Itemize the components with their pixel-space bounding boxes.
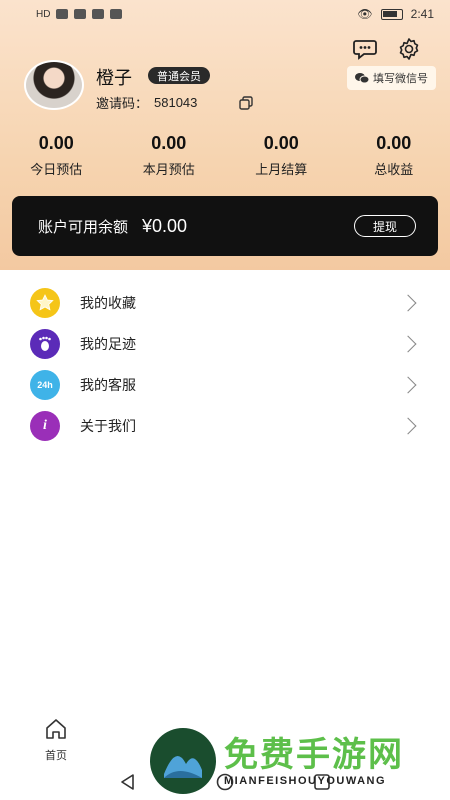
menu-item-footprints[interactable]: 我的足迹 bbox=[0, 323, 450, 364]
status-time: 2:41 bbox=[410, 7, 434, 21]
stat-value: 0.00 bbox=[38, 133, 74, 153]
nav-label: 首页 bbox=[45, 750, 67, 762]
stat-total-earnings[interactable]: 0.00 总收益 bbox=[338, 133, 450, 178]
watermark-text: 免费手游网 MIANFEISHOUYOUWANG bbox=[224, 735, 404, 787]
customer-service-icon: 24h bbox=[30, 369, 60, 400]
stat-value: 0.00 bbox=[151, 133, 187, 153]
invite-label: 邀请码： bbox=[96, 96, 149, 111]
status-icons-left: HD bbox=[36, 8, 123, 20]
avatar[interactable] bbox=[24, 60, 84, 110]
copy-icon[interactable] bbox=[239, 95, 254, 110]
back-icon[interactable] bbox=[119, 773, 137, 791]
menu-label: 我的客服 bbox=[80, 376, 136, 393]
site-watermark: 免费手游网 MIANFEISHOUYOUWANG bbox=[150, 722, 445, 800]
menu-label: 我的收藏 bbox=[80, 294, 136, 311]
footprint-icon bbox=[30, 328, 60, 359]
chevron-right-icon bbox=[399, 294, 417, 311]
message-icon[interactable] bbox=[352, 36, 378, 62]
user-name: 橙子 bbox=[96, 68, 132, 88]
stat-label: 本月预估 bbox=[142, 162, 195, 177]
invite-code: 581043 bbox=[154, 95, 198, 110]
hd-indicator: HD bbox=[36, 8, 51, 20]
balance-amount: ¥0.00 bbox=[142, 215, 188, 236]
invite-code-row: 邀请码： 581043 bbox=[96, 93, 254, 112]
chevron-right-icon bbox=[399, 335, 417, 352]
header-action-icons bbox=[352, 36, 422, 62]
stat-last-month-settlement[interactable]: 0.00 上月结算 bbox=[225, 133, 338, 178]
eye-icon: 👁 bbox=[357, 7, 373, 21]
stat-label: 今日预估 bbox=[30, 162, 83, 177]
member-level-badge: 普通会员 bbox=[148, 67, 210, 84]
status-icons-right: 👁 2:41 bbox=[357, 7, 434, 21]
wifi-icon bbox=[74, 9, 87, 19]
wechat-icon bbox=[355, 73, 369, 84]
watermark-subtitle: MIANFEISHOUYOUWANG bbox=[224, 775, 387, 787]
menu-label: 关于我们 bbox=[80, 417, 136, 434]
status-bar: HD 👁 2:41 bbox=[0, 0, 450, 28]
signal-icon bbox=[56, 9, 69, 19]
fill-wechat-button[interactable]: 填写微信号 bbox=[347, 66, 436, 90]
menu-list: 我的收藏 我的足迹 24h 我的客服 i 关于我们 bbox=[0, 282, 450, 446]
battery-icon bbox=[380, 8, 403, 20]
stat-month-estimate[interactable]: 0.00 本月预估 bbox=[113, 133, 226, 178]
watermark-title: 免费手游网 bbox=[224, 736, 404, 774]
menu-label: 我的足迹 bbox=[80, 335, 136, 352]
settings-gear-icon[interactable] bbox=[396, 36, 422, 62]
watermark-logo-icon bbox=[150, 728, 216, 794]
star-icon bbox=[30, 287, 60, 318]
chevron-right-icon bbox=[399, 376, 417, 393]
notification-icon bbox=[92, 9, 105, 19]
nav-item-home[interactable]: 首页 bbox=[0, 714, 112, 764]
menu-item-favorites[interactable]: 我的收藏 bbox=[0, 282, 450, 323]
balance-card: 账户可用余额 ¥0.00 提现 bbox=[12, 196, 438, 256]
fill-wechat-label: 填写微信号 bbox=[373, 73, 428, 85]
balance-label: 账户可用余额 bbox=[38, 218, 129, 236]
stat-value: 0.00 bbox=[376, 133, 412, 153]
chevron-right-icon bbox=[399, 417, 417, 434]
info-icon: i bbox=[30, 410, 60, 441]
app-notification-icon bbox=[110, 9, 123, 19]
menu-item-customer-service[interactable]: 24h 我的客服 bbox=[0, 364, 450, 405]
menu-item-about-us[interactable]: i 关于我们 bbox=[0, 405, 450, 446]
stat-label: 上月结算 bbox=[255, 162, 308, 177]
stat-today-estimate[interactable]: 0.00 今日预估 bbox=[0, 133, 113, 178]
withdraw-button[interactable]: 提现 bbox=[353, 215, 416, 237]
stat-label: 总收益 bbox=[374, 162, 414, 177]
stat-value: 0.00 bbox=[263, 133, 299, 153]
home-icon bbox=[46, 719, 66, 739]
earnings-stats: 0.00 今日预估 0.00 本月预估 0.00 上月结算 0.00 总收益 bbox=[0, 133, 450, 178]
